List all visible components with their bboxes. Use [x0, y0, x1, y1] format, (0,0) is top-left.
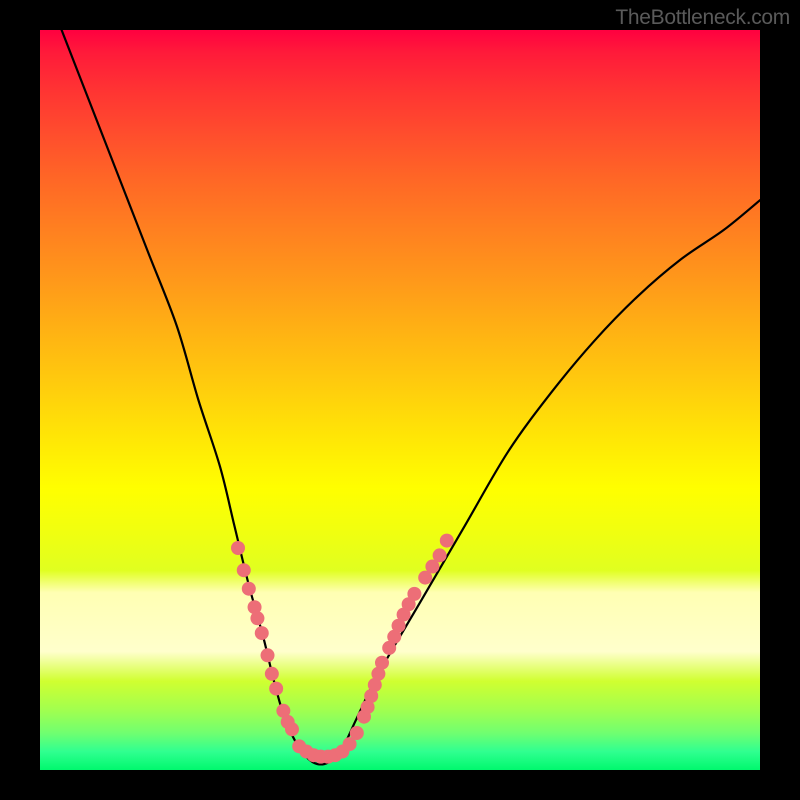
chart-container: TheBottleneck.com — [0, 0, 800, 800]
watermark-text: TheBottleneck.com — [615, 6, 790, 30]
plot-area — [40, 30, 760, 770]
gradient-background — [40, 30, 760, 770]
